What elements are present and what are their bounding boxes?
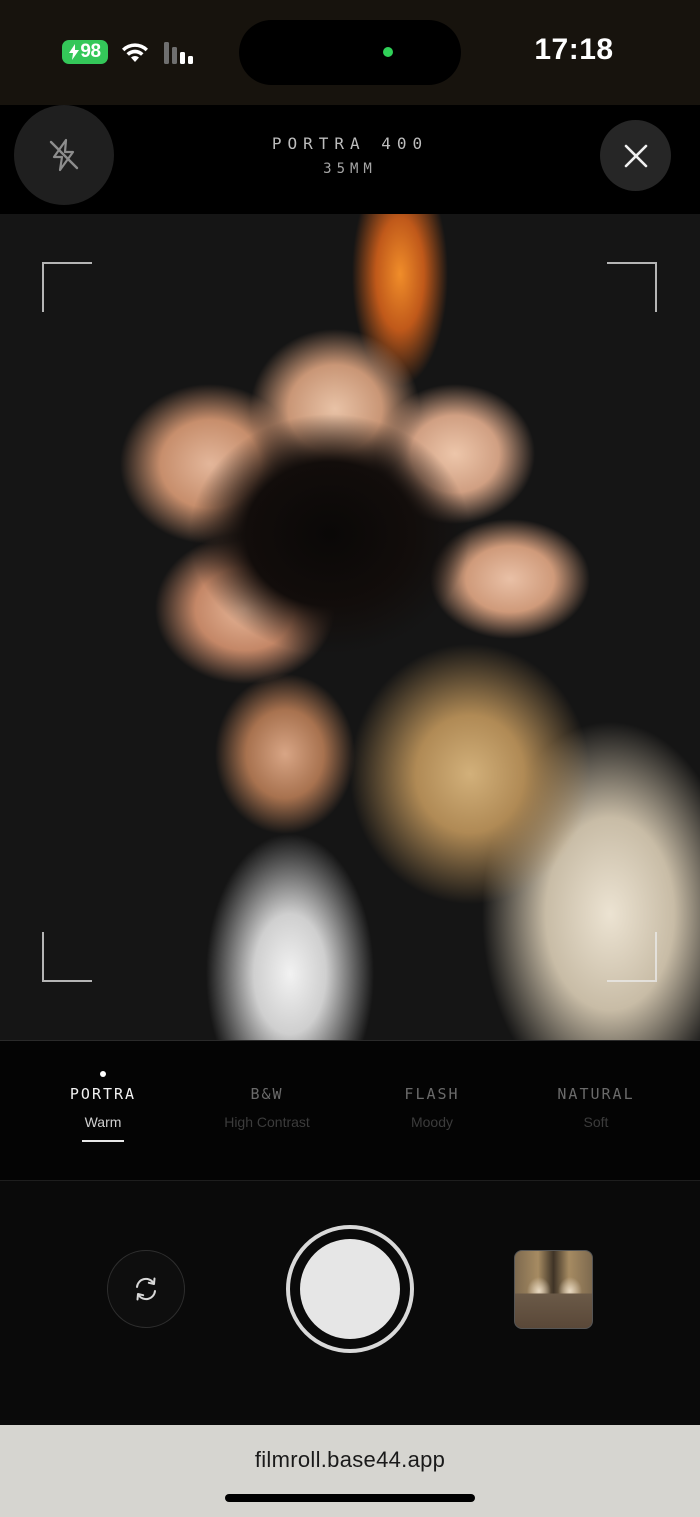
film-selector: PORTRA Warm B&W High Contrast FLASH Mood… [0,1040,700,1181]
film-option-description: Moody [410,1114,454,1130]
film-option-name: B&W [250,1085,284,1103]
film-option-description: Soft [583,1114,609,1130]
frame-corner-top-right [607,262,657,312]
film-stock-name: PORTRA 400 [271,134,429,153]
film-option-flash[interactable]: FLASH Moody [350,1041,514,1182]
film-option-portra[interactable]: PORTRA Warm [21,1041,185,1182]
url-text[interactable]: filmroll.base44.app [0,1447,700,1473]
flip-camera-button[interactable] [107,1250,185,1328]
gallery-thumbnail[interactable] [514,1250,593,1329]
battery-level: 98 [80,41,101,62]
selected-indicator [100,1071,106,1077]
film-option-bw[interactable]: B&W High Contrast [185,1041,349,1182]
capture-controls [0,1181,700,1425]
film-option-name: PORTRA [69,1085,137,1103]
bolt-icon [69,44,80,60]
camera-header: PORTRA 400 35MM [0,105,700,214]
selected-underline [82,1140,124,1142]
film-option-natural[interactable]: NATURAL Soft [514,1041,678,1182]
dynamic-island [239,20,461,85]
camera-viewfinder[interactable] [0,214,700,1040]
film-option-name: NATURAL [557,1085,635,1103]
battery-indicator: 98 [62,40,108,64]
close-button[interactable] [600,120,671,191]
film-option-name: FLASH [404,1085,460,1103]
close-icon [624,144,647,167]
frame-corner-bottom-right [607,932,657,982]
film-option-description: Warm [84,1114,122,1130]
camera-in-use-indicator [383,47,393,57]
browser-url-bar[interactable]: filmroll.base44.app [0,1425,700,1517]
frame-corner-bottom-left [42,932,92,982]
status-time: 17:18 [534,33,614,66]
wifi-icon [122,43,148,62]
film-format: 35MM [323,161,377,177]
frame-corner-top-left [42,262,92,312]
status-bar: 98 17:18 [0,0,700,105]
flash-toggle-button[interactable] [14,105,114,205]
signal-icon [164,42,193,64]
shutter-button[interactable] [300,1239,400,1339]
film-option-description: High Contrast [224,1114,310,1130]
flip-camera-icon [136,1277,156,1301]
home-indicator[interactable] [225,1494,475,1502]
